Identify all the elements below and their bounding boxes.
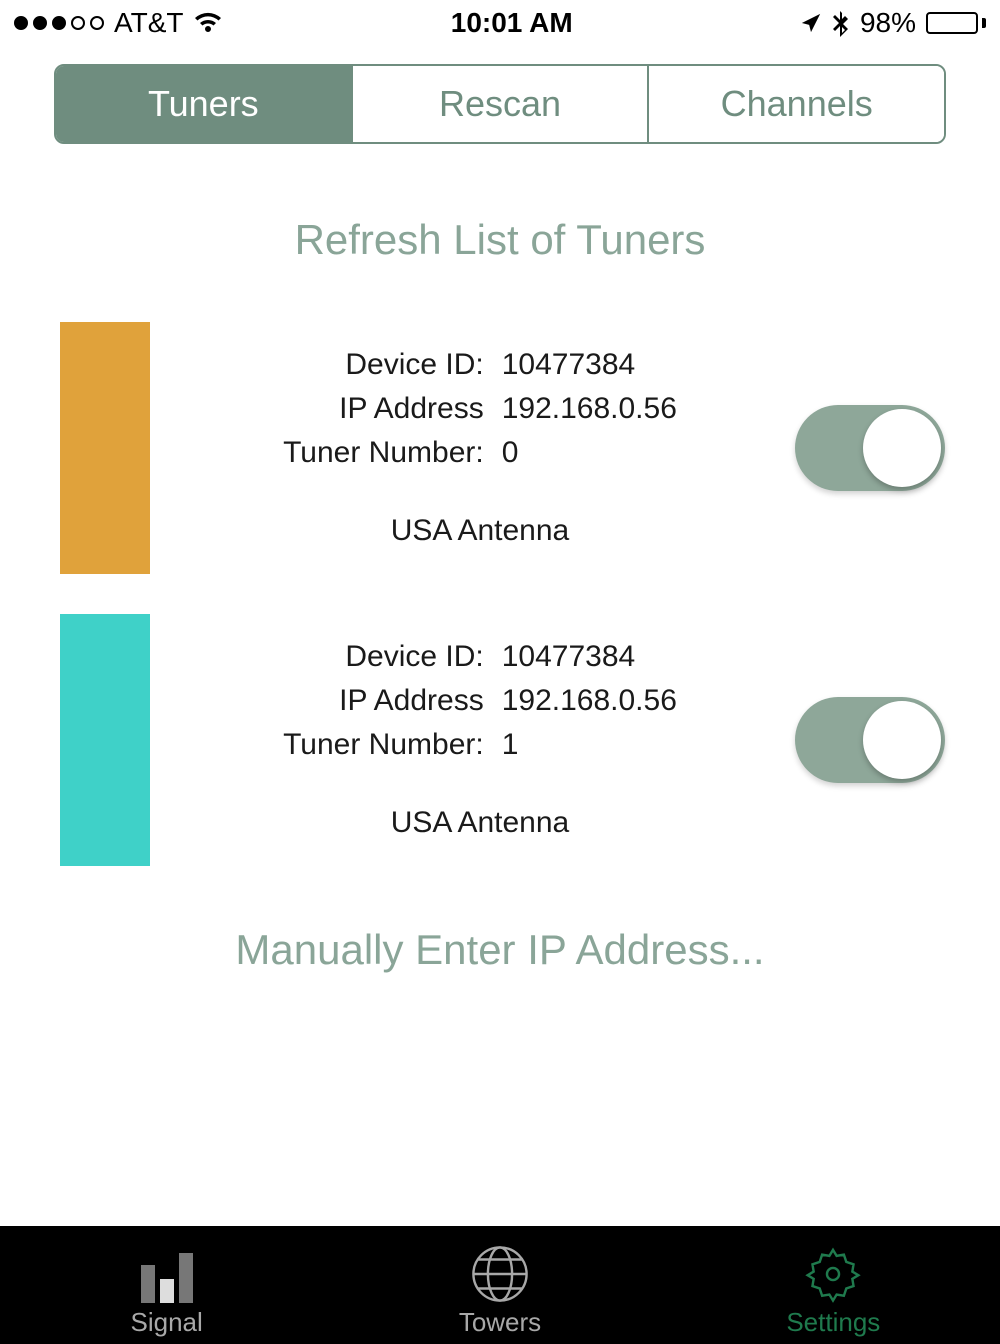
tuner-color-bar bbox=[60, 322, 150, 574]
tuner-enable-toggle[interactable] bbox=[795, 405, 945, 491]
manual-ip-button[interactable]: Manually Enter IP Address... bbox=[0, 926, 1000, 974]
refresh-tuners-button[interactable]: Refresh List of Tuners bbox=[0, 216, 1000, 264]
tab-bar-towers[interactable]: Towers bbox=[333, 1226, 666, 1344]
globe-icon bbox=[471, 1241, 529, 1303]
wifi-icon bbox=[193, 11, 223, 35]
bluetooth-icon bbox=[832, 9, 850, 37]
device-id-label: Device ID: bbox=[283, 640, 484, 674]
battery-percent: 98% bbox=[860, 7, 916, 39]
tuner-color-bar bbox=[60, 614, 150, 866]
tuner-list: Device ID: 10477384 IP Address 192.168.0… bbox=[0, 322, 1000, 866]
tab-bar-settings[interactable]: Settings bbox=[667, 1226, 1000, 1344]
tuner-row: Device ID: 10477384 IP Address 192.168.0… bbox=[0, 322, 1000, 574]
tuner-number-label: Tuner Number: bbox=[283, 436, 484, 470]
status-right: 98% bbox=[800, 7, 986, 39]
tuner-number-label: Tuner Number: bbox=[283, 728, 484, 762]
device-id-label: Device ID: bbox=[283, 348, 484, 382]
status-bar: AT&T 10:01 AM 98% bbox=[0, 0, 1000, 46]
location-icon bbox=[800, 12, 822, 34]
tab-bar-signal[interactable]: Signal bbox=[0, 1226, 333, 1344]
cellular-signal-icon bbox=[14, 16, 104, 30]
clock: 10:01 AM bbox=[451, 7, 573, 39]
tab-tuners[interactable]: Tuners bbox=[56, 66, 351, 142]
tab-channels[interactable]: Channels bbox=[647, 66, 944, 142]
segmented-control: Tuners Rescan Channels bbox=[54, 64, 946, 144]
device-id-value: 10477384 bbox=[502, 348, 677, 382]
tab-bar: Signal Towers Settings bbox=[0, 1226, 1000, 1344]
antenna-label: USA Antenna bbox=[190, 806, 770, 840]
tuner-number-value: 0 bbox=[502, 436, 677, 470]
ip-address-value: 192.168.0.56 bbox=[502, 392, 677, 426]
carrier-label: AT&T bbox=[114, 7, 183, 39]
ip-address-value: 192.168.0.56 bbox=[502, 684, 677, 718]
tuner-enable-toggle[interactable] bbox=[795, 697, 945, 783]
gear-icon bbox=[804, 1241, 862, 1303]
tab-rescan[interactable]: Rescan bbox=[351, 66, 648, 142]
ip-address-label: IP Address bbox=[283, 684, 484, 718]
ip-address-label: IP Address bbox=[283, 392, 484, 426]
tuner-row: Device ID: 10477384 IP Address 192.168.0… bbox=[0, 614, 1000, 866]
battery-icon bbox=[926, 12, 986, 34]
antenna-label: USA Antenna bbox=[190, 514, 770, 548]
tuner-info: Device ID: 10477384 IP Address 192.168.0… bbox=[190, 348, 770, 548]
tuner-info: Device ID: 10477384 IP Address 192.168.0… bbox=[190, 640, 770, 840]
status-left: AT&T bbox=[14, 7, 223, 39]
device-id-value: 10477384 bbox=[502, 640, 677, 674]
bars-icon bbox=[141, 1241, 193, 1303]
tuner-number-value: 1 bbox=[502, 728, 677, 762]
